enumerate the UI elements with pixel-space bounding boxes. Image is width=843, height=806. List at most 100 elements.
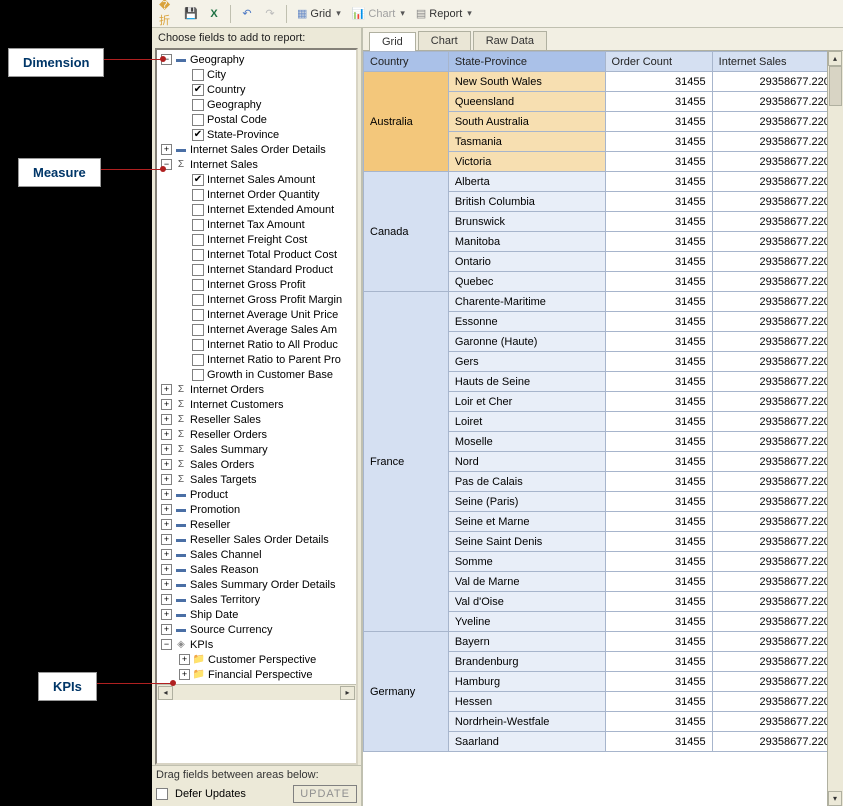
tab-grid[interactable]: Grid — [369, 32, 416, 51]
tree-node[interactable]: +▬Ship Date — [159, 607, 356, 622]
scroll-right-button[interactable]: ▸ — [340, 686, 355, 700]
expand-icon[interactable]: + — [161, 489, 172, 500]
tree-node[interactable]: +▬Reseller Sales Order Details — [159, 532, 356, 547]
data-cell[interactable]: Pas de Calais — [448, 472, 605, 492]
data-cell[interactable]: Hauts de Seine — [448, 372, 605, 392]
data-cell[interactable]: 29358677.2207 — [712, 452, 842, 472]
tree-node[interactable]: Internet Gross Profit Margin — [159, 292, 356, 307]
tab-raw-data[interactable]: Raw Data — [473, 31, 547, 50]
data-cell[interactable]: British Columbia — [448, 192, 605, 212]
field-checkbox[interactable] — [192, 189, 204, 201]
data-cell[interactable]: 31455 — [605, 192, 712, 212]
data-cell[interactable]: Somme — [448, 552, 605, 572]
field-checkbox[interactable] — [192, 294, 204, 306]
data-cell[interactable]: Bayern — [448, 632, 605, 652]
data-cell[interactable]: 31455 — [605, 592, 712, 612]
data-cell[interactable]: 29358677.2207 — [712, 292, 842, 312]
row-group-cell[interactable]: France — [364, 292, 449, 632]
tree-node[interactable]: Growth in Customer Base — [159, 367, 356, 382]
tree-node[interactable]: Internet Average Sales Am — [159, 322, 356, 337]
data-cell[interactable]: 31455 — [605, 512, 712, 532]
expand-icon[interactable]: + — [161, 444, 172, 455]
tree-node[interactable]: +📁Financial Perspective — [159, 667, 356, 682]
data-cell[interactable]: 29358677.2207 — [712, 552, 842, 572]
tree-node[interactable]: Postal Code — [159, 112, 356, 127]
data-cell[interactable]: 29358677.2207 — [712, 132, 842, 152]
undo-button[interactable]: ↶ — [237, 4, 257, 24]
data-cell[interactable]: Gers — [448, 352, 605, 372]
data-cell[interactable]: 31455 — [605, 652, 712, 672]
data-cell[interactable]: Manitoba — [448, 232, 605, 252]
expand-icon[interactable]: + — [179, 654, 190, 665]
tree-node[interactable]: +▬Promotion — [159, 502, 356, 517]
data-cell[interactable]: 31455 — [605, 472, 712, 492]
tree-node[interactable]: ✔Internet Sales Amount — [159, 172, 356, 187]
tree-node[interactable]: ✔State-Province — [159, 127, 356, 142]
data-cell[interactable]: 29358677.2207 — [712, 112, 842, 132]
data-cell[interactable]: Saarland — [448, 732, 605, 752]
column-header[interactable]: Internet Sales — [712, 52, 842, 72]
data-cell[interactable]: Seine (Paris) — [448, 492, 605, 512]
field-checkbox[interactable]: ✔ — [192, 129, 204, 141]
field-checkbox[interactable]: ✔ — [192, 174, 204, 186]
open-button[interactable]: �折 — [158, 4, 178, 24]
grid-vertical-scrollbar[interactable]: ▴ ▾ — [827, 51, 843, 806]
data-cell[interactable]: Charente-Maritime — [448, 292, 605, 312]
data-cell[interactable]: 31455 — [605, 332, 712, 352]
defer-updates-checkbox[interactable] — [156, 788, 168, 800]
expand-icon[interactable]: + — [161, 534, 172, 545]
export-excel-button[interactable]: X — [204, 4, 224, 24]
data-cell[interactable]: 31455 — [605, 632, 712, 652]
data-cell[interactable]: 31455 — [605, 152, 712, 172]
data-cell[interactable]: 29358677.2207 — [712, 472, 842, 492]
data-cell[interactable]: 29358677.2207 — [712, 492, 842, 512]
data-cell[interactable]: 31455 — [605, 272, 712, 292]
tree-node[interactable]: +ΣReseller Sales — [159, 412, 356, 427]
data-cell[interactable]: Brandenburg — [448, 652, 605, 672]
tree-node[interactable]: City — [159, 67, 356, 82]
expand-icon[interactable]: + — [161, 579, 172, 590]
field-tree[interactable]: −▬GeographyCity✔CountryGeographyPostal C… — [155, 48, 358, 765]
tree-node[interactable]: Internet Total Product Cost — [159, 247, 356, 262]
data-cell[interactable]: Nordrhein-Westfale — [448, 712, 605, 732]
data-cell[interactable]: 31455 — [605, 532, 712, 552]
expand-icon[interactable]: + — [161, 519, 172, 530]
field-checkbox[interactable] — [192, 309, 204, 321]
data-cell[interactable]: Loir et Cher — [448, 392, 605, 412]
data-cell[interactable]: 29358677.2207 — [712, 312, 842, 332]
data-cell[interactable]: 29358677.2207 — [712, 252, 842, 272]
field-checkbox[interactable] — [192, 264, 204, 276]
tree-node[interactable]: Internet Ratio to All Produc — [159, 337, 356, 352]
data-cell[interactable]: 29358677.2207 — [712, 232, 842, 252]
data-cell[interactable]: Val d'Oise — [448, 592, 605, 612]
expand-icon[interactable]: + — [161, 474, 172, 485]
field-checkbox[interactable] — [192, 354, 204, 366]
data-cell[interactable]: 31455 — [605, 172, 712, 192]
expand-icon[interactable]: + — [161, 429, 172, 440]
tree-node[interactable]: +▬Product — [159, 487, 356, 502]
update-button[interactable]: UPDATE — [293, 785, 357, 803]
data-cell[interactable]: Essonne — [448, 312, 605, 332]
tree-node[interactable]: Internet Standard Product — [159, 262, 356, 277]
tree-node[interactable]: +ΣInternet Orders — [159, 382, 356, 397]
data-cell[interactable]: Hessen — [448, 692, 605, 712]
data-cell[interactable]: 29358677.2207 — [712, 672, 842, 692]
field-checkbox[interactable] — [192, 114, 204, 126]
pivot-grid[interactable]: CountryState-ProvinceOrder CountInternet… — [363, 51, 843, 806]
data-cell[interactable]: Quebec — [448, 272, 605, 292]
tree-node[interactable]: Internet Order Quantity — [159, 187, 356, 202]
tree-node[interactable]: Internet Ratio to Parent Pro — [159, 352, 356, 367]
data-cell[interactable]: 29358677.2207 — [712, 92, 842, 112]
expand-icon[interactable]: + — [161, 624, 172, 635]
data-cell[interactable]: 31455 — [605, 672, 712, 692]
field-checkbox[interactable] — [192, 234, 204, 246]
data-cell[interactable]: 31455 — [605, 712, 712, 732]
data-cell[interactable]: Loiret — [448, 412, 605, 432]
data-cell[interactable]: 31455 — [605, 452, 712, 472]
tree-node[interactable]: Internet Gross Profit — [159, 277, 356, 292]
data-cell[interactable]: Queensland — [448, 92, 605, 112]
column-header[interactable]: State-Province — [448, 52, 605, 72]
view-report-dropdown[interactable]: ▤ Report — [412, 5, 476, 22]
tree-node[interactable]: −▬Geography — [159, 52, 356, 67]
expand-icon[interactable]: + — [161, 609, 172, 620]
